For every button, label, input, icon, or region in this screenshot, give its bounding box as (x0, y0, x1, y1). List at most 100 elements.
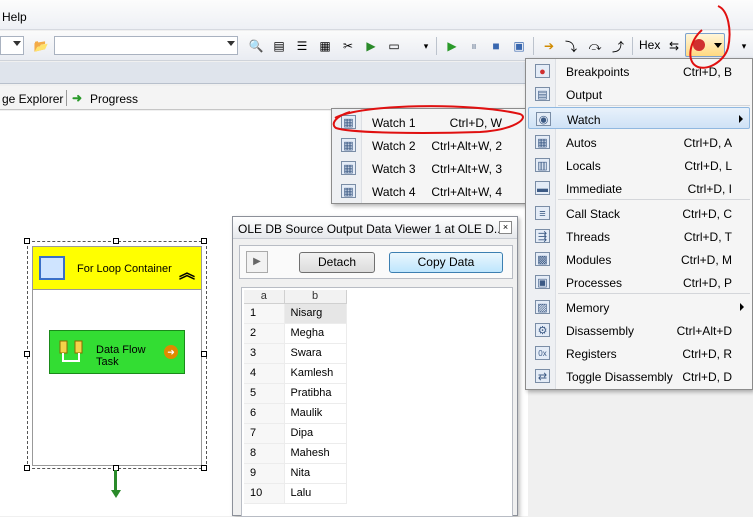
cell-b[interactable]: Lalu (284, 483, 347, 504)
data-flow-task[interactable]: Data Flow Task ➜ (49, 330, 185, 374)
menu-item-watch[interactable]: ◉ Watch (528, 107, 750, 129)
breakpoint-toolbar-icon[interactable]: ⇆ (666, 38, 682, 54)
window-icon[interactable]: ▭ (386, 38, 402, 54)
open-folder-icon[interactable]: 📂 (33, 38, 49, 54)
resize-handle[interactable] (24, 351, 30, 357)
cell-b[interactable]: Maulik (284, 403, 347, 424)
menu-item-watch-1[interactable]: ▦ Watch 1 Ctrl+D, W (334, 111, 524, 133)
copy-data-button[interactable]: Copy Data (389, 252, 503, 273)
close-icon[interactable]: × (499, 221, 512, 234)
cell-a[interactable]: 8 (244, 443, 285, 464)
menu-item-label: Threads (566, 230, 611, 244)
resize-handle[interactable] (24, 465, 30, 471)
table-row[interactable]: 7 Dipa (244, 423, 347, 444)
cell-b[interactable]: Nita (284, 463, 347, 484)
toolbar-overflow-icon-2[interactable]: ▾ (736, 38, 752, 54)
toggle-disassembly-icon: ⇄ (535, 369, 550, 383)
menu-item-watch-4[interactable]: ▦ Watch 4 Ctrl+Alt+W, 4 (334, 180, 524, 202)
stop-icon[interactable]: ■ (488, 38, 504, 54)
for-loop-icon (39, 256, 65, 280)
cell-b[interactable]: Dipa (284, 423, 347, 444)
cell-b[interactable]: Kamlesh (284, 363, 347, 384)
properties-icon[interactable]: ☰ (294, 38, 310, 54)
resize-handle[interactable] (201, 238, 207, 244)
menu-item-breakpoints[interactable]: ● Breakpoints Ctrl+D, B (528, 60, 750, 82)
column-header[interactable]: b (284, 290, 347, 304)
collapse-chevron-icon[interactable]: ︽ (179, 259, 195, 283)
resize-handle[interactable] (201, 351, 207, 357)
column-header[interactable]: a (244, 290, 285, 304)
cell-b[interactable]: Pratibha (284, 383, 347, 404)
breakpoint-icon: ● (535, 64, 550, 78)
menu-help[interactable]: Help (2, 10, 27, 24)
toolbar-overflow-icon[interactable]: ▾ (418, 38, 434, 54)
menu-item-autos[interactable]: ▦ Autos Ctrl+D, A (528, 131, 750, 153)
import-icon[interactable]: ▶ (363, 38, 379, 54)
menu-item-disassembly[interactable]: ⚙ Disassembly Ctrl+Alt+D (528, 319, 750, 341)
cell-b[interactable]: Swara (284, 343, 347, 364)
step-into-icon[interactable]: ⤵ (563, 38, 579, 54)
menu-item-shortcut: Ctrl+D, R (682, 347, 732, 361)
menu-item-threads[interactable]: ⇶ Threads Ctrl+D, T (528, 225, 750, 247)
table-row[interactable]: 1 Nisarg (244, 303, 347, 324)
menu-item-watch-2[interactable]: ▦ Watch 2 Ctrl+Alt+W, 2 (334, 134, 524, 156)
table-row[interactable]: 2 Megha (244, 323, 347, 344)
find-in-files-icon[interactable]: 🔍 (248, 38, 264, 54)
resize-handle[interactable] (113, 238, 119, 244)
callstack-icon: ≡ (535, 206, 550, 220)
for-loop-container-body[interactable] (32, 290, 202, 466)
for-loop-container[interactable]: For Loop Container ︽ (32, 246, 202, 290)
solution-config-combo[interactable] (0, 36, 24, 55)
table-row[interactable]: 6 Maulik (244, 403, 347, 424)
cell-a[interactable]: 2 (244, 323, 285, 344)
find-combo[interactable] (54, 36, 238, 55)
menu-item-shortcut: Ctrl+Alt+W, 4 (431, 185, 502, 199)
hex-toggle[interactable]: Hex (639, 38, 660, 52)
show-next-statement-icon[interactable]: ➔ (541, 38, 557, 54)
menu-item-memory[interactable]: ▨ Memory (528, 296, 750, 318)
resize-handle[interactable] (24, 238, 30, 244)
cell-a[interactable]: 4 (244, 363, 285, 384)
step-out-icon[interactable]: ⤴ (610, 38, 626, 54)
data-viewer-grid[interactable]: a b 1 Nisarg 2 Megha 3 Swara 4 Kamlesh 5 Pratibha… (241, 287, 513, 517)
toolbox-icon[interactable]: ✂ (340, 38, 356, 54)
restart-icon[interactable]: ▣ (511, 38, 527, 54)
continue-play-icon[interactable]: ▶ (246, 251, 268, 273)
table-row[interactable]: 3 Swara (244, 343, 347, 364)
cell-a[interactable]: 1 (244, 303, 285, 324)
menu-item-locals[interactable]: ▥ Locals Ctrl+D, L (528, 154, 750, 176)
menu-item-watch-3[interactable]: ▦ Watch 3 Ctrl+Alt+W, 3 (334, 157, 524, 179)
data-viewer-titlebar[interactable]: OLE DB Source Output Data Viewer 1 at OL… (233, 217, 517, 239)
start-debugging-icon[interactable]: ▶ (444, 38, 460, 54)
table-row[interactable]: 5 Pratibha (244, 383, 347, 404)
detach-button[interactable]: Detach (299, 252, 375, 273)
debug-windows-dropdown-button[interactable] (685, 33, 725, 57)
tab-progress[interactable]: Progress (90, 92, 138, 106)
step-over-icon[interactable]: ⤼ (587, 38, 603, 54)
table-row[interactable]: 9 Nita (244, 463, 347, 484)
pause-icon[interactable]: ⏸ (466, 38, 482, 54)
menu-item-modules[interactable]: ▩ Modules Ctrl+D, M (528, 248, 750, 270)
table-row[interactable]: 8 Mahesh (244, 443, 347, 464)
menu-item-toggle-disassembly[interactable]: ⇄ Toggle Disassembly Ctrl+D, D (528, 365, 750, 387)
menu-item-call-stack[interactable]: ≡ Call Stack Ctrl+D, C (528, 202, 750, 224)
object-browser-icon[interactable]: ▦ (317, 38, 333, 54)
resize-handle[interactable] (201, 465, 207, 471)
menu-item-output[interactable]: ▤ Output (528, 83, 750, 105)
table-row[interactable]: 10 Lalu (244, 483, 347, 504)
cell-b[interactable]: Megha (284, 323, 347, 344)
table-row[interactable]: 4 Kamlesh (244, 363, 347, 384)
solution-explorer-icon[interactable]: ▤ (271, 38, 287, 54)
cell-a[interactable]: 5 (244, 383, 285, 404)
menu-item-immediate[interactable]: ▬ Immediate Ctrl+D, I (528, 177, 750, 199)
cell-a[interactable]: 3 (244, 343, 285, 364)
tab-package-explorer[interactable]: ge Explorer (2, 92, 63, 106)
cell-a[interactable]: 9 (244, 463, 285, 484)
menu-item-registers[interactable]: 0x Registers Ctrl+D, R (528, 342, 750, 364)
cell-a[interactable]: 6 (244, 403, 285, 424)
menu-item-processes[interactable]: ▣ Processes Ctrl+D, P (528, 271, 750, 293)
cell-b[interactable]: Nisarg (284, 303, 347, 324)
cell-a[interactable]: 7 (244, 423, 285, 444)
cell-b[interactable]: Mahesh (284, 443, 347, 464)
cell-a[interactable]: 10 (244, 483, 285, 504)
